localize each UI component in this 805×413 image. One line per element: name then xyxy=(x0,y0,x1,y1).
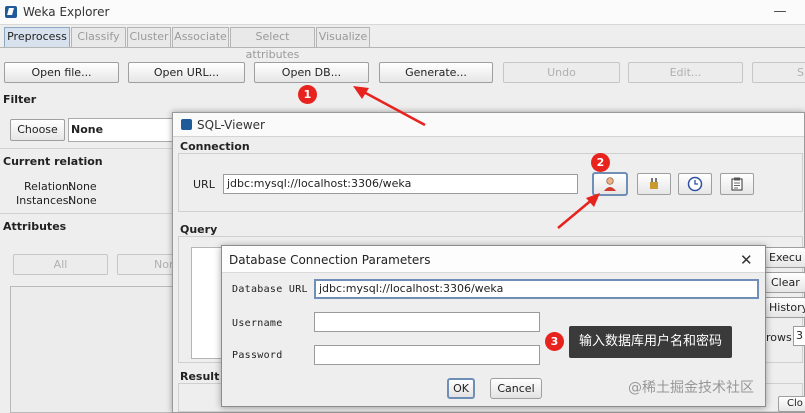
step-1-badge: 1 xyxy=(298,85,317,104)
step-3-badge: 3 xyxy=(545,332,564,351)
step-2-badge: 2 xyxy=(591,153,610,172)
arrow-step-1 xyxy=(353,86,426,127)
arrow-step-2 xyxy=(557,193,600,229)
annotation-tooltip: 输入数据库用户名和密码 xyxy=(569,326,733,358)
watermark: @稀土掘金技术社区 xyxy=(628,380,754,396)
